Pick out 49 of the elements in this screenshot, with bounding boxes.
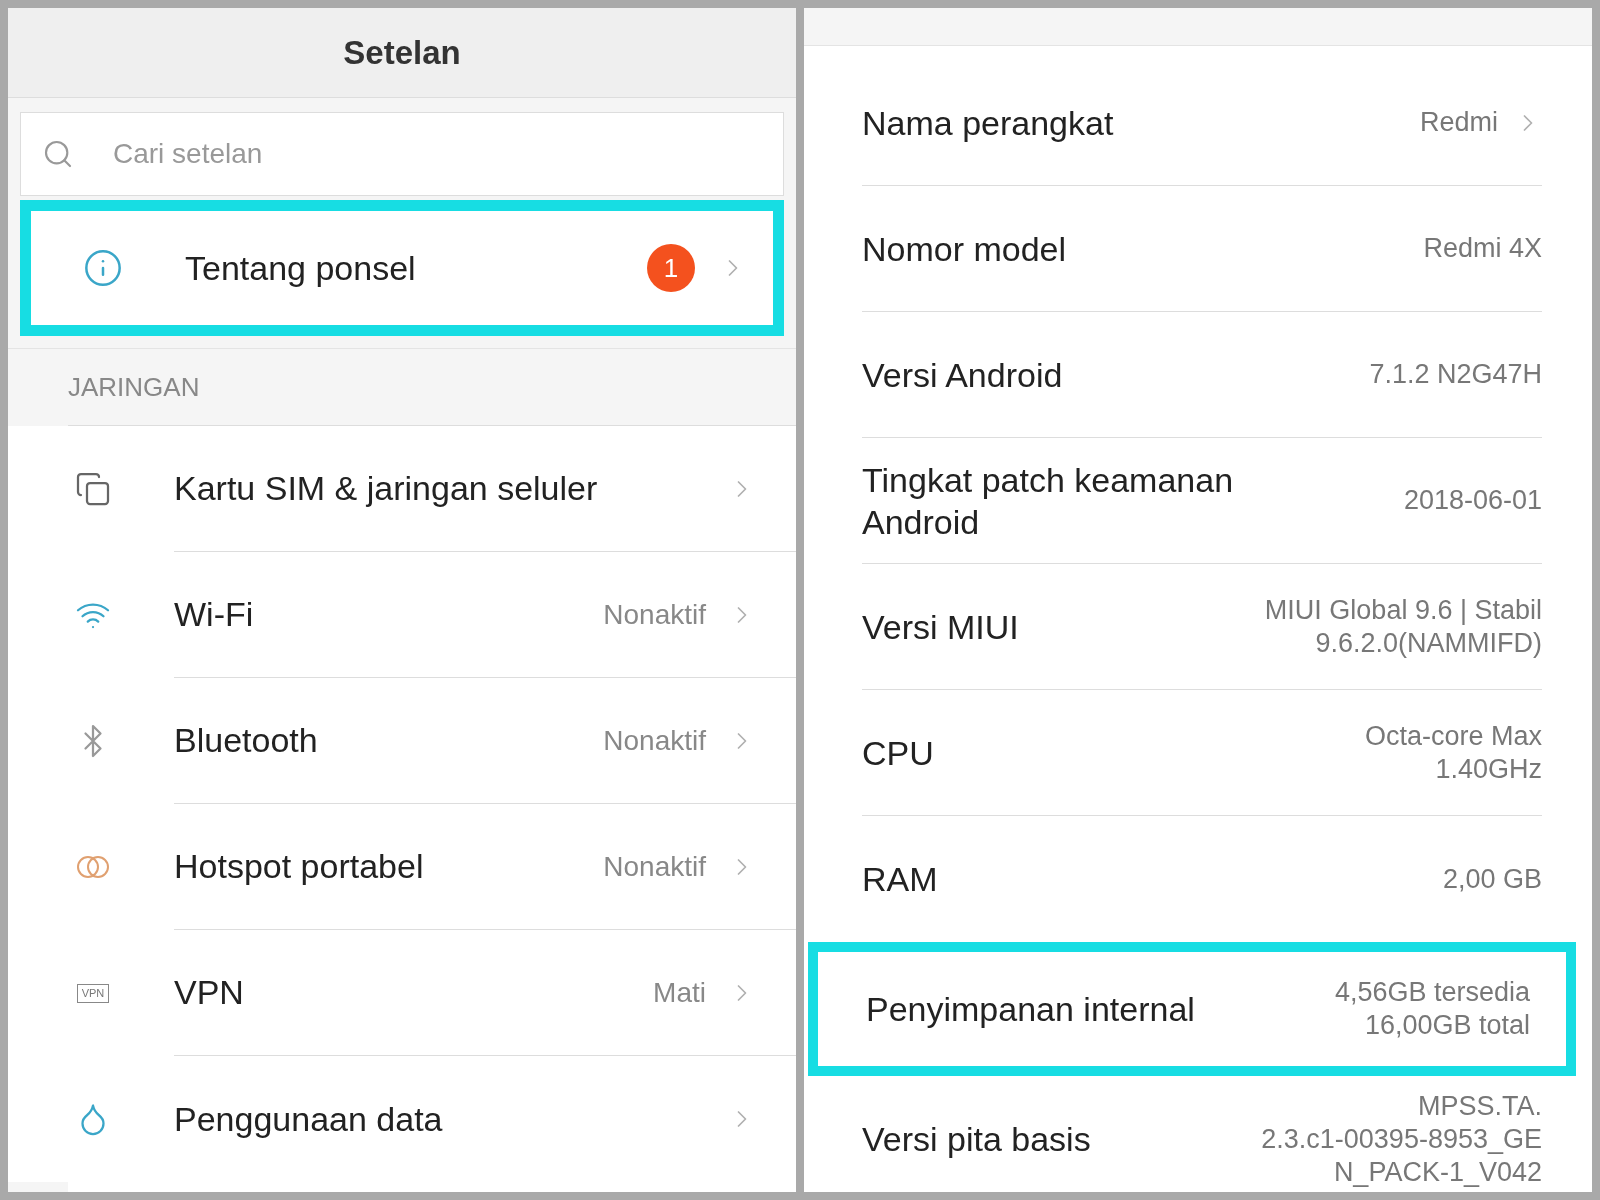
row-label: Nama perangkat [862, 102, 1114, 144]
row-value: MPSS.TA. [1417, 1089, 1542, 1123]
row-label: Penggunaan data [174, 1098, 444, 1140]
screen-title: Setelan [343, 32, 461, 73]
row-label: Hotspot portabel [174, 846, 425, 887]
row-label: RAM [862, 859, 938, 900]
settings-row[interactable]: Kartu SIM & jaringan seluler [8, 426, 796, 552]
settings-row[interactable]: Hotspot portabel Nonaktif [8, 804, 796, 930]
row-value: Nonaktif [603, 849, 706, 884]
row-label: Nomor model [862, 228, 1067, 270]
row-value: MIUI Global 9.6 | Stabil [1264, 593, 1542, 627]
row-value: 2018-06-01 [1403, 484, 1542, 517]
info-icon [83, 248, 123, 288]
settings-row[interactable]: Wi-Fi Nonaktif [8, 552, 796, 678]
row-value: 9.6.2.0(NAMMIFD) [1315, 626, 1542, 660]
row-value: 16,00GB total [1364, 1009, 1530, 1042]
settings-row[interactable]: Bluetooth Nonaktif [8, 678, 796, 804]
row-value: Mati [653, 975, 706, 1010]
row-value: 1.40GHz [1435, 752, 1542, 786]
search-field[interactable]: Cari setelan [20, 112, 784, 196]
row-value: 4,56GB tersedia [1334, 976, 1530, 1009]
row-value: Nonaktif [603, 723, 706, 758]
row-label: Kartu SIM & jaringan seluler [174, 468, 599, 509]
sim-card-icon [75, 471, 111, 507]
vpn-icon: VPN [76, 983, 110, 1003]
row-label: Bluetooth [174, 720, 319, 761]
row-value: Redmi [1419, 106, 1498, 139]
row-label: Tingkat patch keamanan Android [862, 459, 1235, 543]
row-value: 7.1.2 N2G47H [1369, 358, 1542, 391]
section-header: JARINGAN [68, 371, 200, 404]
row-value: N_PACK-1_V042 [1333, 1155, 1542, 1189]
row-value: Octa-core Max [1364, 719, 1542, 753]
settings-row[interactable]: Tentang ponsel 1 [20, 200, 784, 336]
row-value: 2,00 GB [1442, 862, 1542, 896]
row-label: Versi pita basis [862, 1119, 1091, 1160]
row-value: 2.3.c1-00395-8953_GE [1261, 1122, 1542, 1156]
notification-badge: 1 [647, 244, 695, 292]
row-label: VPN [174, 972, 245, 1013]
hotspot-icon [75, 853, 111, 881]
row-label: CPU [862, 732, 934, 774]
row-label: Wi-Fi [174, 594, 255, 635]
row-label: Versi MIUI [862, 606, 1019, 648]
row-label: Tentang ponsel [185, 247, 417, 289]
row-value: Nonaktif [603, 597, 706, 632]
settings-row[interactable]: VPN VPN Mati [8, 930, 796, 1056]
search-icon [42, 138, 74, 170]
row-label: Penyimpanan internal [866, 989, 1195, 1030]
row-value: Redmi 4X [1423, 232, 1542, 265]
row-label: Versi Android [862, 354, 1063, 396]
